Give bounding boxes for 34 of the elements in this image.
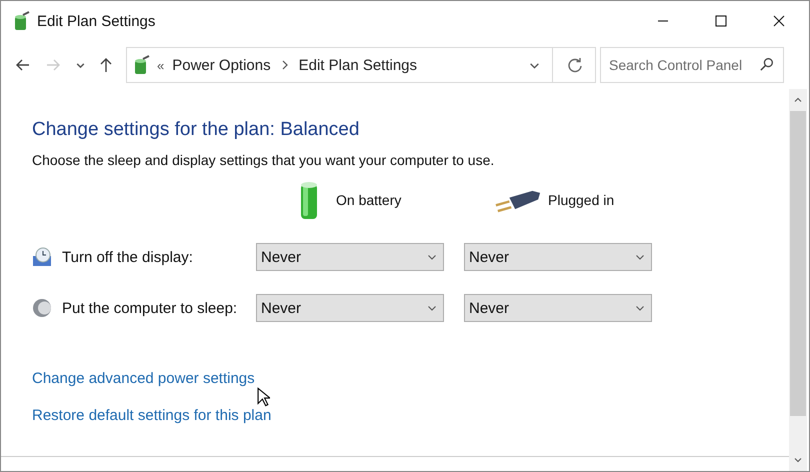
address-bar[interactable]: « Power Options Edit Plan Settings (126, 47, 596, 83)
link[interactable]: Restore default settings for this plan (32, 407, 272, 424)
chevron-down-icon (427, 303, 437, 313)
dropdown[interactable]: Never (256, 294, 444, 322)
column-label: Plugged in (548, 192, 614, 208)
overflow-chevron[interactable]: « (157, 58, 164, 72)
scrollbar-thumb[interactable] (790, 111, 806, 416)
dropdown[interactable]: Never (256, 243, 444, 271)
breadcrumb-item[interactable]: Edit Plan Settings (298, 56, 418, 74)
page-heading: Change settings for the plan: Balanced (32, 119, 360, 141)
battery-icon (298, 180, 320, 220)
window-title: Edit Plan Settings (37, 12, 156, 30)
scroll-down-icon[interactable] (793, 455, 803, 465)
dropdown[interactable]: Never (464, 243, 652, 271)
vertical-scrollbar[interactable] (789, 89, 807, 471)
link[interactable]: Change advanced power settings (32, 370, 255, 387)
chevron-right-icon[interactable] (280, 60, 289, 70)
chevron-down-icon (427, 252, 437, 262)
setting-label: Put the computer to sleep: (62, 300, 238, 316)
monitor-clock-icon (32, 247, 52, 267)
mouse-pointer-icon (257, 387, 270, 407)
description-text: Choose the sleep and display settings that you want your computer to use. (32, 152, 496, 168)
column-label: On battery (336, 192, 402, 208)
breadcrumb-item[interactable]: Power Options (172, 56, 271, 74)
up-arrow-icon[interactable] (98, 57, 114, 73)
moon-icon (32, 298, 52, 318)
chevron-down-icon (635, 252, 645, 262)
search-field[interactable]: Search Control Panel (600, 47, 784, 83)
back-arrow-icon[interactable] (15, 57, 31, 73)
dropdown[interactable]: Never (464, 294, 652, 322)
chevron-down-icon (635, 303, 645, 313)
refresh-icon[interactable] (567, 57, 583, 73)
search-icon (759, 57, 774, 72)
setting-label: Turn off the display: (62, 248, 193, 266)
